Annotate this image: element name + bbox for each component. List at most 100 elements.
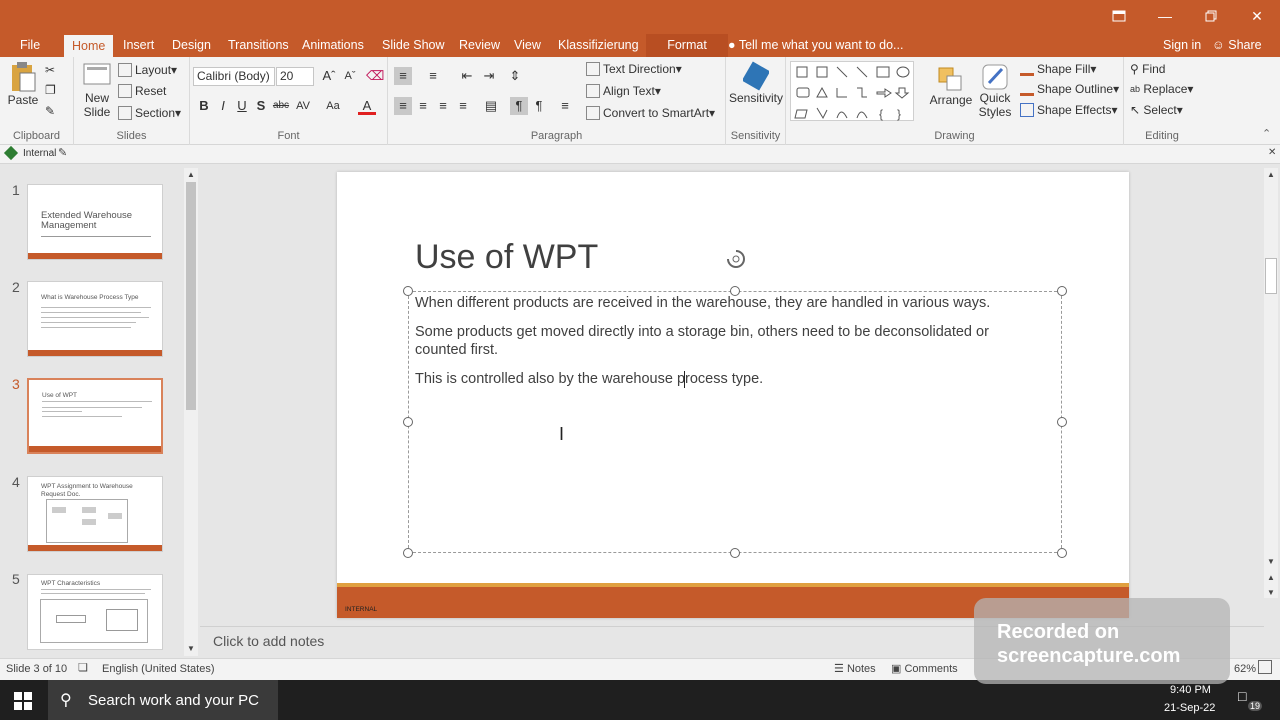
thumbnail-slide-5[interactable]: WPT Characteristics: [27, 574, 163, 650]
body-paragraph[interactable]: When different products are received in …: [415, 294, 990, 312]
resize-handle[interactable]: [403, 286, 413, 296]
justify-icon[interactable]: ≡: [454, 97, 472, 115]
body-paragraph[interactable]: counted first.: [415, 341, 498, 359]
thumbnail-slide-2[interactable]: What is Warehouse Process Type: [27, 281, 163, 357]
select-button[interactable]: ↖ Select ▾: [1130, 103, 1183, 117]
spelling-check-icon[interactable]: ❏: [78, 661, 88, 674]
shapes-gallery[interactable]: {}: [790, 61, 914, 121]
body-paragraph[interactable]: Some products get moved directly into a …: [415, 323, 989, 341]
fit-slide-icon[interactable]: [1258, 660, 1272, 674]
tab-review[interactable]: Review: [459, 34, 500, 57]
comments-toggle[interactable]: ▣ Comments: [891, 662, 958, 675]
scroll-up-icon[interactable]: ▲: [187, 170, 195, 179]
minimize-icon[interactable]: —: [1142, 0, 1188, 32]
pencil-icon[interactable]: ✎: [58, 146, 67, 159]
layout-button[interactable]: Layout ▾: [118, 63, 177, 77]
windows-start-icon[interactable]: [14, 692, 32, 710]
tab-home[interactable]: Home: [64, 35, 114, 57]
new-slide-button[interactable]: New Slide: [80, 61, 114, 119]
cut-icon[interactable]: ✂: [45, 63, 55, 77]
tell-me-box[interactable]: ● Tell me what you want to do...: [728, 34, 903, 57]
align-text-button[interactable]: Align Text ▾: [586, 84, 661, 98]
rtl-direction-icon[interactable]: ¶: [530, 97, 548, 115]
copy-icon[interactable]: ❐: [45, 83, 56, 97]
shape-fill-button[interactable]: Shape Fill ▾: [1020, 62, 1096, 76]
thumbnail-slide-3[interactable]: Use of WPT: [27, 378, 163, 454]
clock-time[interactable]: 9:40 PM: [1170, 684, 1211, 696]
tab-animations[interactable]: Animations: [302, 34, 364, 57]
resize-handle[interactable]: [1057, 417, 1067, 427]
italic-icon[interactable]: I: [214, 97, 232, 115]
tab-file[interactable]: File: [20, 34, 40, 57]
numbering-icon[interactable]: ≡: [424, 67, 442, 85]
sensitivity-button[interactable]: Sensitivity: [728, 61, 784, 105]
font-size-combo[interactable]: 20: [276, 67, 314, 86]
align-right-icon[interactable]: ≡: [434, 97, 452, 115]
resize-handle[interactable]: [403, 548, 413, 558]
resize-handle[interactable]: [730, 548, 740, 558]
scrollbar-thumb[interactable]: [186, 182, 196, 410]
body-paragraph[interactable]: This is controlled also by the warehouse…: [415, 370, 763, 388]
align-paragraph-icon[interactable]: ≡: [556, 97, 574, 115]
scroll-down-icon[interactable]: ▼: [1267, 557, 1275, 566]
sign-in-link[interactable]: Sign in: [1163, 34, 1201, 57]
section-button[interactable]: Section ▾: [118, 106, 181, 120]
collapse-ribbon-icon[interactable]: ⌃: [1262, 127, 1271, 140]
reset-button[interactable]: Reset: [118, 84, 166, 98]
tab-insert[interactable]: Insert: [123, 34, 154, 57]
tab-format[interactable]: Format: [646, 34, 728, 57]
zoom-level[interactable]: 62%: [1234, 663, 1256, 675]
editor-scrollbar[interactable]: ▲ ▼ ▲ ▼: [1264, 168, 1278, 598]
tab-view[interactable]: View: [514, 34, 541, 57]
scroll-down-icon[interactable]: ▼: [187, 644, 195, 653]
font-name-combo[interactable]: Calibri (Body): [193, 67, 275, 86]
shape-outline-button[interactable]: Shape Outline ▾: [1020, 82, 1119, 96]
convert-smartart-button[interactable]: Convert to SmartArt ▾: [586, 106, 715, 120]
align-left-icon[interactable]: ≡: [394, 97, 412, 115]
previous-slide-icon[interactable]: ▲: [1267, 573, 1275, 582]
thumbnail-scrollbar[interactable]: ▲ ▼: [184, 168, 198, 656]
scrollbar-thumb[interactable]: [1265, 258, 1277, 294]
ltr-direction-icon[interactable]: ¶: [510, 97, 528, 115]
slide-title[interactable]: Use of WPT: [415, 238, 598, 277]
paste-button[interactable]: Paste: [8, 61, 38, 107]
notification-center-icon[interactable]: □: [1238, 688, 1246, 704]
line-spacing-icon[interactable]: ⇕: [506, 67, 524, 85]
share-button[interactable]: ☺ Share: [1212, 34, 1262, 57]
increase-indent-icon[interactable]: ⇥: [480, 67, 498, 85]
tab-transitions[interactable]: Transitions: [228, 34, 289, 57]
replace-button[interactable]: ab Replace ▾: [1130, 82, 1193, 96]
scroll-up-icon[interactable]: ▲: [1267, 170, 1275, 179]
shadow-icon[interactable]: S: [252, 97, 270, 115]
resize-handle[interactable]: [403, 417, 413, 427]
rotate-handle-icon[interactable]: [723, 246, 749, 272]
ribbon-display-options-icon[interactable]: [1096, 0, 1142, 32]
decrease-indent-icon[interactable]: ⇤: [458, 67, 476, 85]
increase-font-size-icon[interactable]: Aˆ: [320, 67, 338, 85]
align-center-icon[interactable]: ≡: [414, 97, 432, 115]
text-direction-button[interactable]: Text Direction ▾: [586, 62, 682, 76]
change-case-icon[interactable]: Aa: [324, 97, 342, 115]
next-slide-icon[interactable]: ▼: [1267, 588, 1275, 597]
taskbar-search-box[interactable]: ⚲ Search work and your PC: [48, 680, 278, 720]
thumbnail-slide-1[interactable]: Extended Warehouse Management: [27, 184, 163, 260]
shape-effects-button[interactable]: Shape Effects ▾: [1020, 103, 1118, 117]
strikethrough-icon[interactable]: abc: [272, 97, 290, 115]
classification-label[interactable]: Internal: [23, 148, 56, 159]
tab-klassifizierung[interactable]: Klassifizierung: [558, 34, 639, 57]
decrease-font-size-icon[interactable]: Aˇ: [341, 67, 359, 85]
restore-icon[interactable]: [1188, 0, 1234, 32]
quick-styles-button[interactable]: Quick Styles: [976, 61, 1014, 119]
notes-toggle[interactable]: ☰ Notes: [834, 662, 876, 675]
font-color-icon[interactable]: A: [358, 97, 376, 115]
underline-icon[interactable]: U: [233, 97, 251, 115]
resize-handle[interactable]: [1057, 286, 1067, 296]
thumbnail-slide-4[interactable]: WPT Assignment to Warehouse Request Doc.: [27, 476, 163, 552]
bullets-icon[interactable]: ≡: [394, 67, 412, 85]
bold-icon[interactable]: B: [195, 97, 213, 115]
find-button[interactable]: ⚲ Find: [1130, 62, 1165, 76]
language-indicator[interactable]: English (United States): [102, 663, 215, 675]
close-bar-icon[interactable]: ✕: [1268, 147, 1276, 158]
tab-design[interactable]: Design: [172, 34, 211, 57]
format-painter-icon[interactable]: ✎: [45, 104, 55, 118]
